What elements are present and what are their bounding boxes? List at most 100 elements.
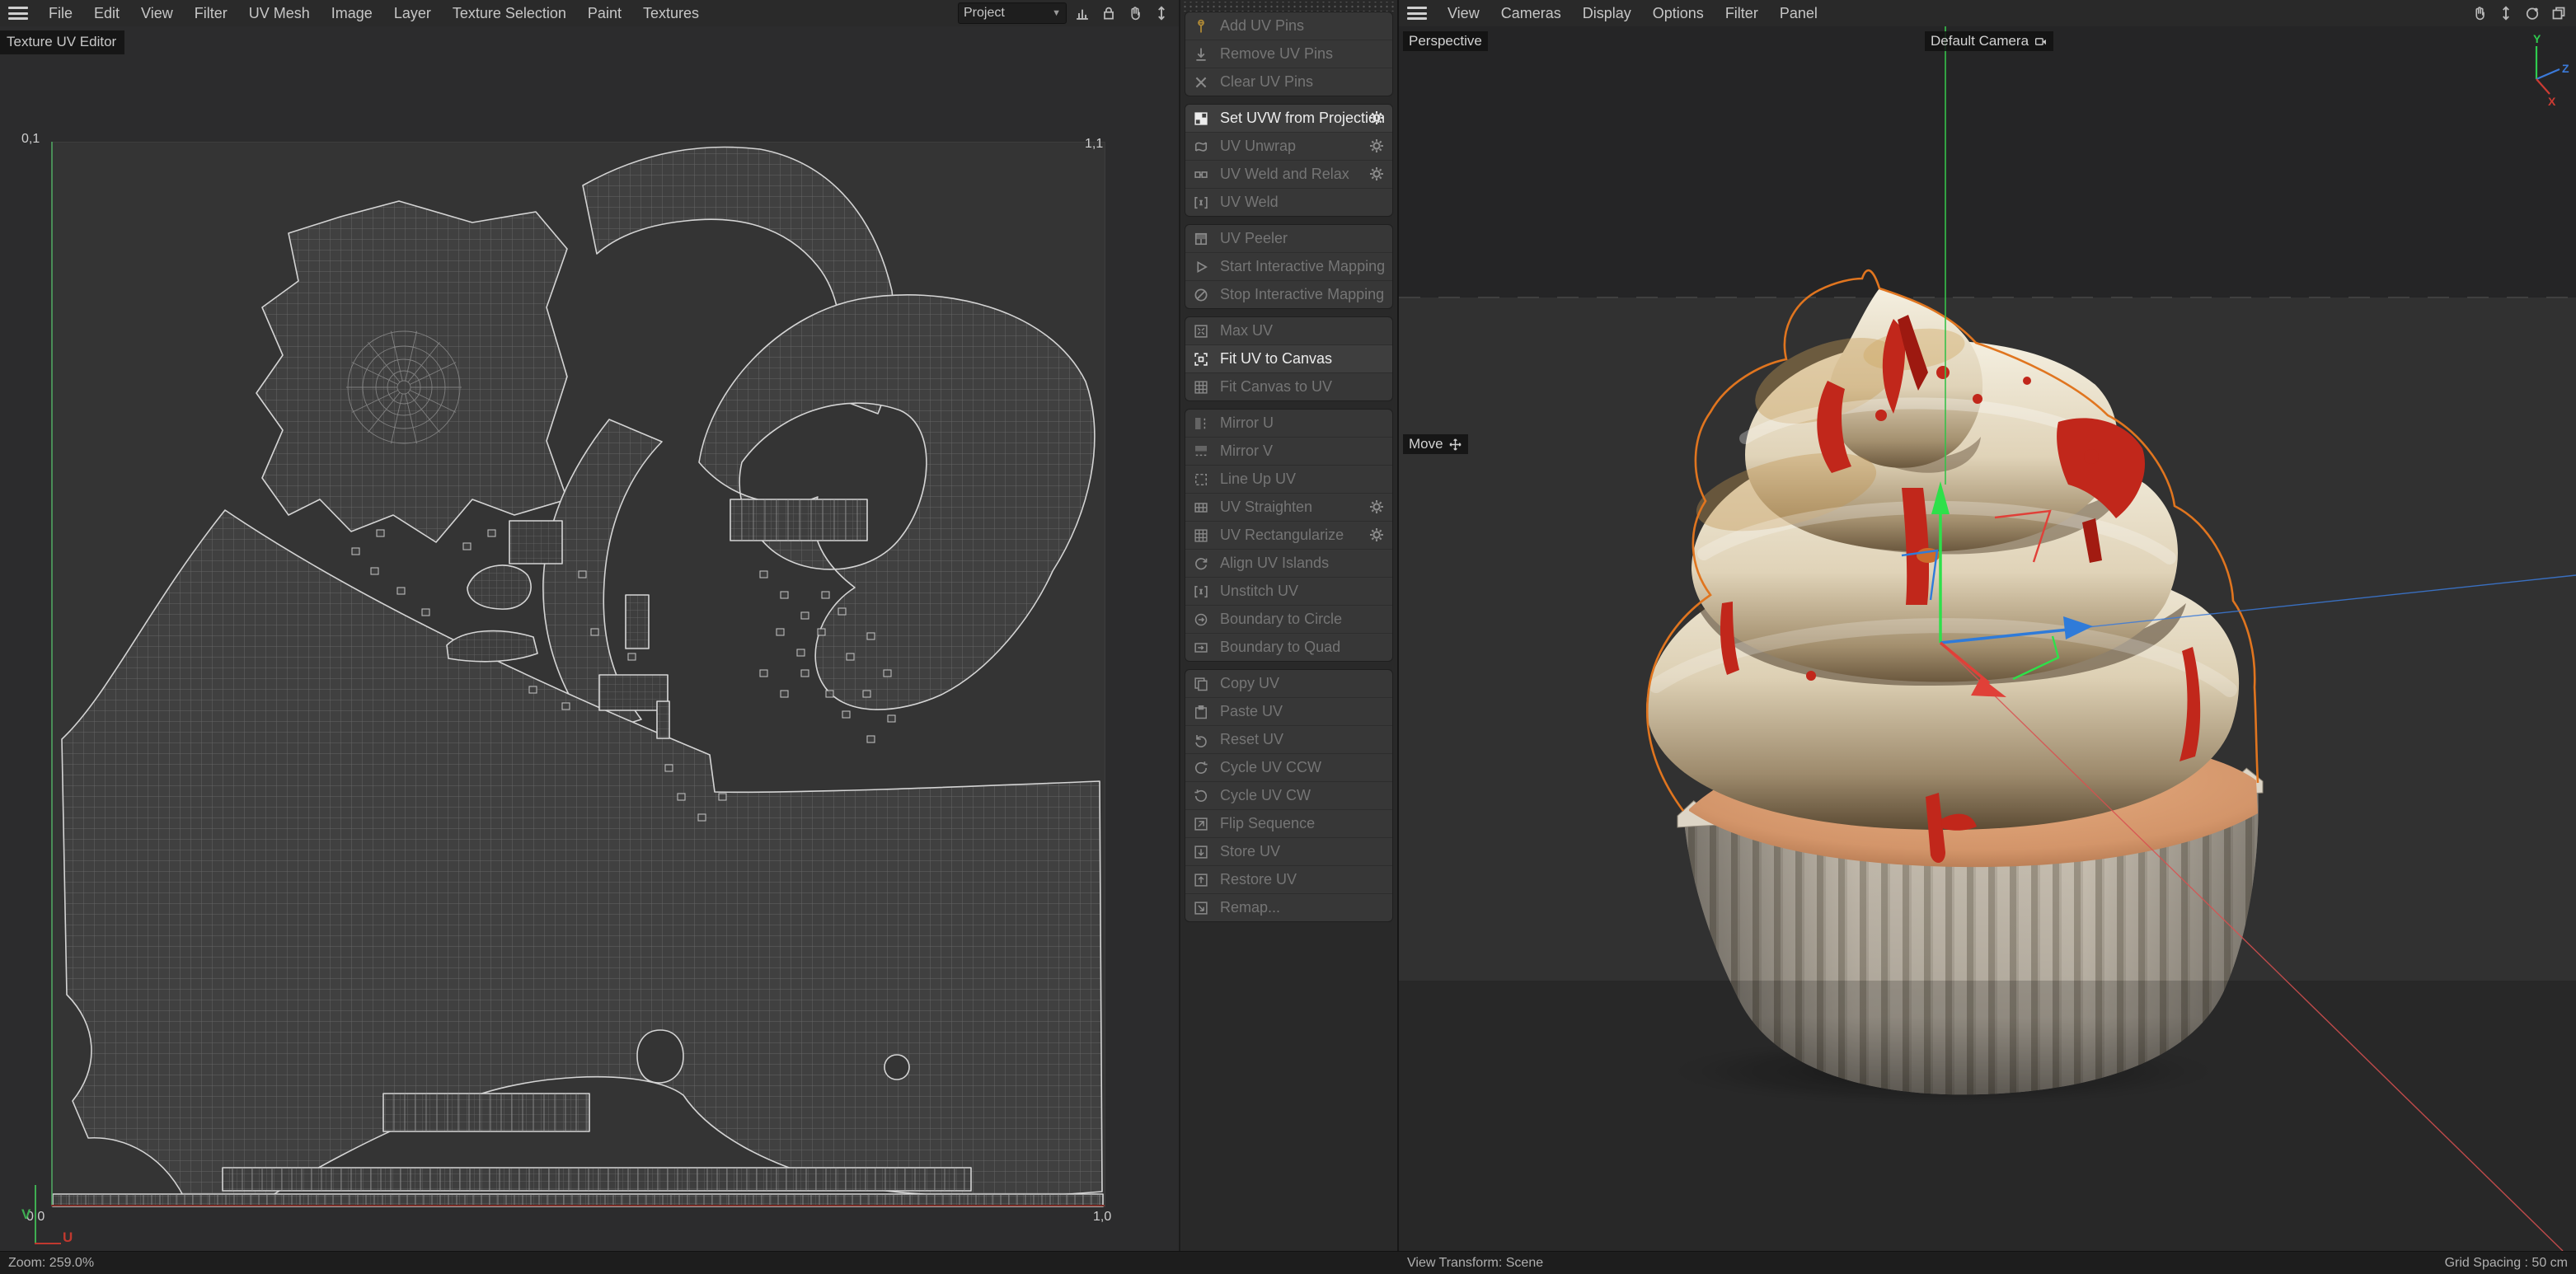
- maximize-icon[interactable]: [2548, 2, 2569, 24]
- uv-command-label: Clear UV Pins: [1220, 73, 1313, 91]
- hand-icon[interactable]: [2469, 2, 2490, 24]
- uv-command-label: Max UV: [1220, 322, 1273, 340]
- uv-command-mirror-u[interactable]: Mirror U: [1185, 410, 1392, 437]
- dash-square-icon: [1193, 471, 1209, 488]
- uv-command-label: Align UV Islands: [1220, 555, 1329, 572]
- uv-command-stop-interactive-mapping[interactable]: Stop Interactive Mapping: [1185, 280, 1392, 308]
- uv-command-reset-uv[interactable]: Reset UV: [1185, 725, 1392, 753]
- menu-item[interactable]: Filter: [1715, 5, 1769, 22]
- settings-gear-icon[interactable]: [1368, 137, 1386, 155]
- camera-swap-icon[interactable]: [2034, 35, 2048, 49]
- move-tool-label: Move: [1403, 434, 1468, 454]
- hand-icon[interactable]: [1124, 2, 1146, 24]
- uv-command-label: Mirror V: [1220, 443, 1273, 460]
- orbit-icon[interactable]: [2522, 2, 2543, 24]
- menu-item[interactable]: Filter: [184, 5, 238, 22]
- menu-item[interactable]: Texture Selection: [442, 5, 577, 22]
- uv-command-label: Restore UV: [1220, 871, 1297, 888]
- uv-command-label: Fit Canvas to UV: [1220, 378, 1332, 396]
- hamburger-menu-icon[interactable]: [8, 7, 28, 20]
- uv-command-label: Copy UV: [1220, 675, 1279, 692]
- menu-item[interactable]: Layer: [383, 5, 442, 22]
- uv-command-mirror-v[interactable]: Mirror V: [1185, 437, 1392, 465]
- panel-drag-handle[interactable]: [1184, 2, 1394, 12]
- settings-gear-icon[interactable]: [1368, 498, 1386, 516]
- uv-command-label: Stop Interactive Mapping: [1220, 286, 1384, 303]
- uv-command-clear-uv-pins[interactable]: Clear UV Pins: [1185, 68, 1392, 96]
- uv-command-fit-canvas-to-uv[interactable]: Fit Canvas to UV: [1185, 372, 1392, 400]
- uv-command-group: Mirror UMirror VLine Up UVUV StraightenU…: [1185, 409, 1393, 662]
- menu-item[interactable]: Panel: [1769, 5, 1828, 22]
- uv-command-uv-rectangularize[interactable]: UV Rectangularize: [1185, 521, 1392, 549]
- x-icon: [1193, 74, 1209, 91]
- bar-chart-icon[interactable]: [1072, 2, 1093, 24]
- uv-command-uv-weld[interactable]: UV Weld: [1185, 188, 1392, 216]
- mirror-u-icon: [1193, 415, 1209, 432]
- restore-icon: [1193, 872, 1209, 888]
- menu-item[interactable]: Cameras: [1490, 5, 1572, 22]
- uv-command-remap[interactable]: Remap...: [1185, 893, 1392, 921]
- menu-item[interactable]: Textures: [632, 5, 710, 22]
- uv-command-max-uv[interactable]: Max UV: [1185, 317, 1392, 344]
- uv-origin-u-line: [35, 1243, 61, 1244]
- uv-command-line-up-uv[interactable]: Line Up UV: [1185, 465, 1392, 493]
- uv-command-store-uv[interactable]: Store UV: [1185, 837, 1392, 865]
- menu-item[interactable]: View: [130, 5, 184, 22]
- uv-command-uv-straighten[interactable]: UV Straighten: [1185, 493, 1392, 521]
- uv-command-paste-uv[interactable]: Paste UV: [1185, 697, 1392, 725]
- uv-canvas[interactable]: [51, 142, 1105, 1207]
- lock-icon[interactable]: [1098, 2, 1119, 24]
- quad-arrow-icon: [1193, 639, 1209, 656]
- menu-item[interactable]: View: [1437, 5, 1490, 22]
- perspective-viewport[interactable]: Perspective Default Camera Move Y Z X: [1399, 26, 2576, 1251]
- view-type-label[interactable]: Perspective: [1403, 31, 1488, 51]
- up-down-arrows-icon[interactable]: [2495, 2, 2517, 24]
- uv-command-fit-uv-to-canvas[interactable]: Fit UV to Canvas: [1185, 344, 1392, 372]
- texture-uv-editor-view[interactable]: 0,1 1,1 0,0 1,0 V U Texture UV Editor: [0, 26, 1179, 1251]
- menu-item[interactable]: Edit: [83, 5, 130, 22]
- camera-label[interactable]: Default Camera: [1925, 31, 2053, 51]
- uv-command-uv-peeler[interactable]: UV Peeler: [1185, 225, 1392, 252]
- up-down-arrows-icon[interactable]: [1151, 2, 1172, 24]
- uv-command-label: Store UV: [1220, 843, 1280, 860]
- application-window: FileEditViewFilterUV MeshImageLayerTextu…: [0, 0, 2576, 1274]
- mirror-v-icon: [1193, 443, 1209, 460]
- uv-command-set-uvw-from-projection[interactable]: Set UVW from Projection: [1185, 105, 1392, 132]
- uv-command-boundary-to-circle[interactable]: Boundary to Circle: [1185, 605, 1392, 633]
- uv-editor-menu: FileEditViewFilterUV MeshImageLayerTextu…: [38, 5, 710, 22]
- uv-corner-label-11: 1,1: [1085, 137, 1103, 152]
- settings-gear-icon[interactable]: [1368, 165, 1386, 183]
- uv-command-restore-uv[interactable]: Restore UV: [1185, 865, 1392, 893]
- hamburger-menu-icon[interactable]: [1407, 7, 1427, 20]
- uv-command-remove-uv-pins[interactable]: Remove UV Pins: [1185, 40, 1392, 68]
- uv-command-flip-sequence[interactable]: Flip Sequence: [1185, 809, 1392, 837]
- menu-item[interactable]: File: [38, 5, 83, 22]
- zoom-level-status: Zoom: 259.0%: [8, 1256, 94, 1271]
- menu-item[interactable]: Image: [321, 5, 383, 22]
- uv-command-cycle-uv-cw[interactable]: Cycle UV CW: [1185, 781, 1392, 809]
- menu-item[interactable]: UV Mesh: [238, 5, 321, 22]
- settings-gear-icon[interactable]: [1368, 526, 1386, 544]
- uv-v-axis-label: V: [21, 1206, 30, 1223]
- unwrap-icon: [1193, 138, 1209, 155]
- rows-icon: [1193, 499, 1209, 516]
- uv-command-align-uv-islands[interactable]: Align UV Islands: [1185, 549, 1392, 577]
- uv-command-uv-weld-and-relax[interactable]: UV Weld and Relax: [1185, 160, 1392, 188]
- uv-command-unstitch-uv[interactable]: Unstitch UV: [1185, 577, 1392, 605]
- menu-item[interactable]: Display: [1572, 5, 1642, 22]
- uv-command-boundary-to-quad[interactable]: Boundary to Quad: [1185, 633, 1392, 661]
- uv-command-copy-uv[interactable]: Copy UV: [1185, 670, 1392, 697]
- uv-command-group: Copy UV Paste UVReset UVCycle UV CCWCycle…: [1185, 669, 1393, 922]
- menu-item[interactable]: Options: [1642, 5, 1715, 22]
- ban-icon: [1193, 287, 1209, 303]
- uv-command-start-interactive-mapping[interactable]: Start Interactive Mapping: [1185, 252, 1392, 280]
- pin-down-icon: [1193, 46, 1209, 63]
- circle-arrow-icon: [1193, 611, 1209, 628]
- project-dropdown[interactable]: Project ▼: [958, 2, 1067, 24]
- flip-icon: [1193, 816, 1209, 832]
- menu-item[interactable]: Paint: [577, 5, 632, 22]
- uv-command-cycle-uv-ccw[interactable]: Cycle UV CCW: [1185, 753, 1392, 781]
- settings-gear-icon[interactable]: [1368, 109, 1386, 127]
- uv-command-uv-unwrap[interactable]: UV Unwrap: [1185, 132, 1392, 160]
- uv-command-add-uv-pins[interactable]: Add UV Pins: [1185, 12, 1392, 40]
